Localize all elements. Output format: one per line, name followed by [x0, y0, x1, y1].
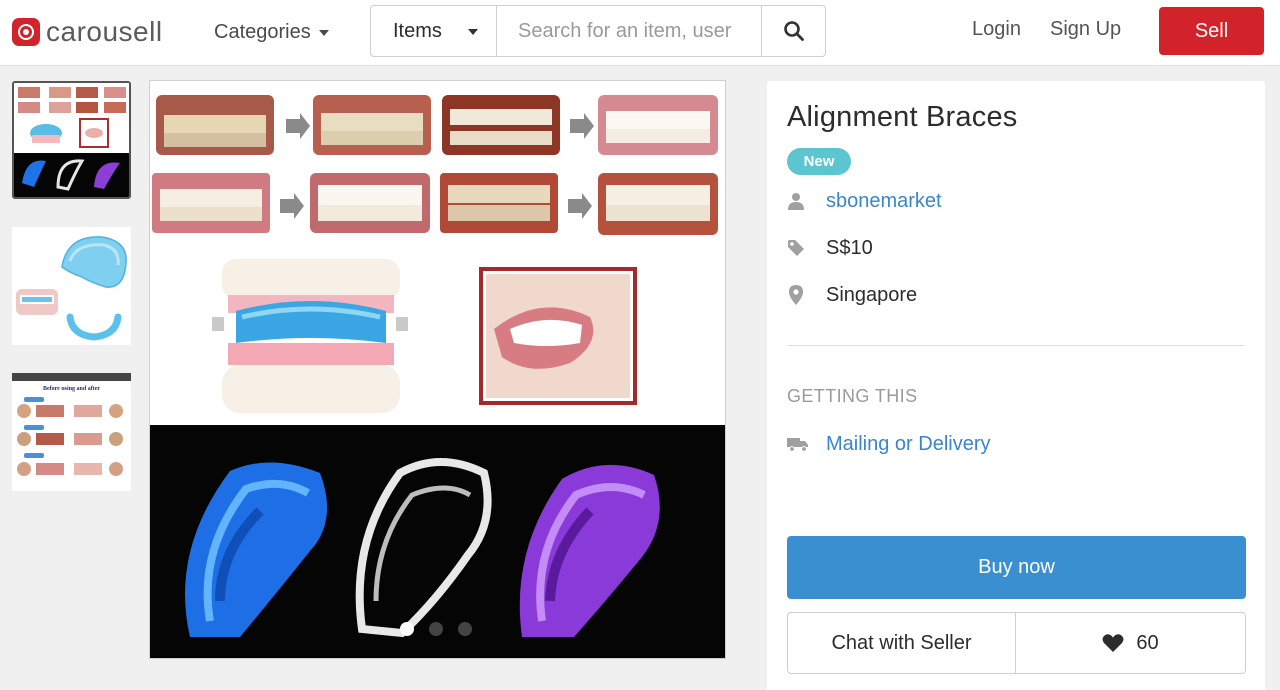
getting-this-heading: GETTING THIS	[787, 386, 918, 406]
delivery-option-link[interactable]: Mailing or Delivery	[826, 433, 991, 456]
location-row: Singapore	[787, 282, 917, 308]
carousel-dot-2[interactable]	[429, 622, 443, 636]
thumbnail-blue-brace-image	[12, 227, 131, 345]
map-pin-icon	[787, 285, 805, 305]
carousell-logo[interactable]: carousell	[12, 16, 163, 48]
carousel-dot-1[interactable]	[400, 622, 414, 636]
listing-details-panel: Alignment Braces New sbonemarket S$10 Si…	[767, 81, 1265, 690]
svg-text:Before using and after: Before using and after	[43, 386, 100, 392]
sell-button[interactable]: Sell	[1159, 7, 1264, 55]
buy-now-button[interactable]: Buy now	[787, 536, 1246, 599]
listing-title: Alignment Braces	[787, 101, 1018, 133]
thumbnail-1[interactable]	[12, 81, 131, 199]
search-type-label: Items	[393, 19, 442, 42]
search-icon	[783, 21, 804, 41]
search-input[interactable]	[497, 6, 761, 56]
logo-text: carousell	[46, 16, 163, 47]
chat-with-seller-button[interactable]: Chat with Seller	[788, 613, 1016, 673]
price-tag-icon	[787, 238, 805, 258]
section-divider	[787, 345, 1245, 346]
seller-row: sbonemarket	[787, 188, 942, 214]
thumbnail-before-after-image: Before using and after	[12, 373, 131, 491]
categories-label: Categories	[214, 20, 311, 43]
user-icon	[787, 191, 805, 211]
chevron-down-icon	[318, 30, 329, 36]
like-button[interactable]: 60	[1016, 613, 1245, 673]
secondary-actions: Chat with Seller 60	[787, 612, 1246, 674]
price-row: S$10	[787, 235, 873, 261]
carousell-logo-icon	[12, 18, 40, 46]
login-link[interactable]: Login	[972, 18, 1021, 41]
truck-icon	[787, 434, 809, 454]
like-count: 60	[1136, 631, 1159, 654]
product-photo	[150, 81, 725, 658]
price-value: S$10	[826, 236, 873, 259]
delivery-row: Mailing or Delivery	[787, 431, 991, 457]
chevron-down-icon	[468, 29, 478, 35]
signup-link[interactable]: Sign Up	[1050, 18, 1121, 41]
heart-icon	[1102, 634, 1124, 652]
condition-badge: New	[787, 148, 851, 175]
main-product-image[interactable]	[149, 80, 726, 659]
thumbnail-2[interactable]	[12, 227, 131, 345]
search-type-select[interactable]: Items	[371, 6, 497, 56]
thumbnail-teeth-collage-image	[14, 83, 129, 197]
carousel-dots	[400, 622, 472, 636]
thumbnail-3[interactable]: Before using and after	[12, 373, 131, 491]
search-bar: Items	[370, 5, 826, 57]
location-value: Singapore	[826, 283, 918, 306]
top-nav-bar: carousell Categories Items Login Sign Up…	[0, 0, 1280, 66]
carousel-dot-3[interactable]	[458, 622, 472, 636]
search-button[interactable]	[761, 6, 825, 56]
categories-dropdown[interactable]: Categories	[214, 18, 329, 46]
seller-link[interactable]: sbonemarket	[826, 190, 942, 213]
